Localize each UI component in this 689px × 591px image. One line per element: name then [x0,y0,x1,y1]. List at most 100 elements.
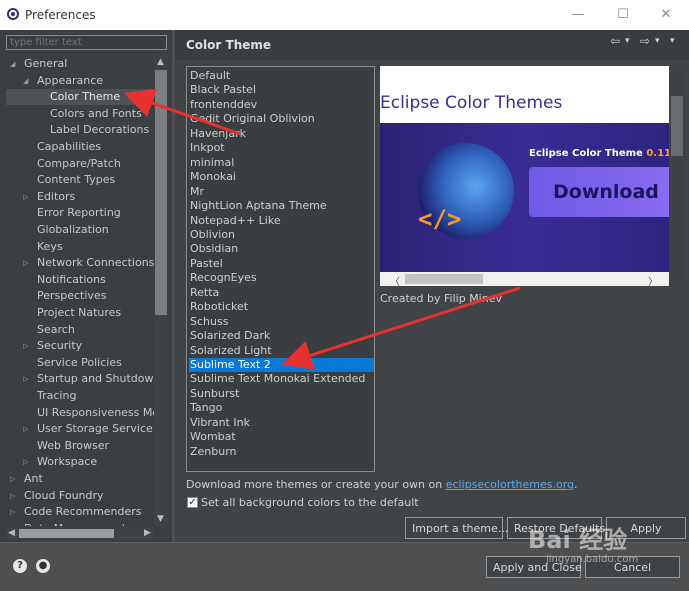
expanded-twisty-icon[interactable]: ◢ [23,73,31,89]
tree-item[interactable]: ▷ Cloud Foundry [0,488,104,504]
theme-item[interactable]: Mr [189,185,374,199]
background-default-checkbox[interactable]: ✓ [187,497,198,508]
theme-list[interactable]: Default Black Pastel frontenddev Gedit Orig… [186,66,375,472]
theme-item[interactable]: Sublime Text 2 [189,358,374,372]
theme-item[interactable]: Sublime Text Monokai Extended [189,372,374,386]
filter-input[interactable] [6,35,167,50]
theme-item[interactable]: Inkpot [189,141,374,155]
theme-item[interactable]: Default [189,69,374,83]
theme-item[interactable]: Obsidian [189,242,374,256]
tree-item[interactable]: Keys [0,239,63,255]
tree-item[interactable]: ◢ General [0,56,67,72]
tree-vertical-scroll-thumb[interactable] [155,70,167,315]
tree-item[interactable]: Tracing [0,388,76,404]
preview-scroll-left-icon[interactable]: 〈 [390,273,400,288]
tree-item-label: Web Browser [37,438,110,452]
theme-item[interactable]: minimal [189,156,374,170]
back-menu-icon[interactable]: ▾ [625,36,630,46]
theme-item[interactable]: Notepad++ Like [189,214,374,228]
banner-heading: Eclipse Color Theme 0.11.0 [529,148,669,159]
collapsed-twisty-icon[interactable]: ▷ [10,504,18,520]
tree-item[interactable]: Search [0,322,75,338]
tree-item[interactable]: Error Reporting [0,205,121,221]
back-arrow-icon[interactable]: ⇦ [610,34,620,48]
collapsed-twisty-icon[interactable]: ▷ [23,454,31,470]
forward-arrow-icon[interactable]: ⇨ [640,34,650,48]
theme-item[interactable]: Vibrant Ink [189,416,374,430]
eclipsecolorthemes-link[interactable]: eclipsecolorthemes.org [446,478,574,491]
tree-item[interactable]: Web Browser [0,438,109,454]
tree-item[interactable]: ▷ Network Connections [0,255,154,271]
theme-item[interactable]: NightLion Aptana Theme [189,199,374,213]
preview-scroll-right-icon[interactable]: 〉 [648,273,658,288]
tree-item[interactable]: ▷ User Storage Service [0,421,153,437]
tree-item[interactable]: ▷ Editors [0,189,75,205]
maximize-button[interactable]: ☐ [608,4,638,26]
theme-item[interactable]: Havenjark [189,127,374,141]
tree-item[interactable]: Compare/Patch [0,156,121,172]
tree-item[interactable]: Notifications [0,272,106,288]
close-button[interactable]: ✕ [651,4,681,26]
help-icon[interactable]: ? [13,559,27,573]
tree-item[interactable]: Capabilities [0,139,101,155]
theme-item[interactable]: Oblivion [189,228,374,242]
theme-item[interactable]: Monokai [189,170,374,184]
tree-item[interactable]: Service Policies [0,355,122,371]
record-icon[interactable]: ● [36,559,50,573]
collapsed-twisty-icon[interactable]: ▷ [23,255,31,271]
scroll-up-icon[interactable]: ▲ [157,57,164,67]
preview-vertical-scroll-thumb[interactable] [671,96,683,156]
theme-item[interactable]: Black Pastel [189,83,374,97]
tree-item[interactable]: ◢ Appearance [0,73,103,89]
scroll-left-icon[interactable]: ◀ [8,528,15,538]
theme-item[interactable]: Roboticket [189,300,374,314]
view-menu-icon[interactable]: ▾ [670,36,675,46]
minimize-button[interactable]: — [563,4,593,26]
tree-horizontal-scroll-thumb[interactable] [19,529,114,538]
tree-item[interactable]: Label Decorations [0,122,149,138]
tree-item-label: Search [37,322,75,336]
collapsed-twisty-icon[interactable]: ▷ [23,371,31,387]
tree-item[interactable]: Perspectives [0,288,106,304]
tree-item[interactable]: Content Types [0,172,115,188]
tree-item-label: Startup and Shutdown [37,372,154,386]
theme-item[interactable]: Gedit Original Oblivion [189,112,374,126]
theme-item[interactable]: frontenddev [189,98,374,112]
code-icon: </> [418,205,462,233]
tree-item[interactable]: Project Natures [0,305,121,321]
collapsed-twisty-icon[interactable]: ▷ [23,189,31,205]
collapsed-twisty-icon[interactable]: ▷ [10,471,18,487]
theme-item[interactable]: Zenburn [189,445,374,459]
tree-item[interactable]: Color Theme [6,89,154,106]
theme-item[interactable]: Sunburst [189,387,374,401]
theme-item[interactable]: Solarized Light [189,344,374,358]
import-theme-button[interactable]: Import a theme... [405,517,508,539]
collapsed-twisty-icon[interactable]: ▷ [23,421,31,437]
theme-item[interactable]: Tango [189,401,374,415]
collapsed-twisty-icon[interactable]: ▷ [10,488,18,504]
theme-item[interactable]: Pastel [189,257,374,271]
tree-item[interactable]: ▷ Ant [0,471,43,487]
theme-item[interactable]: Wombat [189,430,374,444]
scroll-right-icon[interactable]: ▶ [144,528,151,538]
collapsed-twisty-icon[interactable]: ▷ [23,338,31,354]
tree-item[interactable]: ▷ Workspace [0,454,97,470]
tree-item[interactable]: ▷ Data Management [0,521,126,526]
tree-item[interactable]: ▷ Security [0,338,82,354]
theme-item[interactable]: Schuss [189,315,374,329]
collapsed-twisty-icon[interactable]: ▷ [10,521,18,526]
theme-item[interactable]: Solarized Dark [189,329,374,343]
preview-horizontal-scroll-thumb[interactable] [405,274,483,284]
theme-item[interactable]: Retta [189,286,374,300]
tree-item[interactable]: ▷ Code Recommenders [0,504,142,520]
tree-item[interactable]: ▷ Startup and Shutdown [0,371,154,387]
tree-item[interactable]: Globalization [0,222,109,238]
tree-item-label: Globalization [37,223,109,236]
tree-item[interactable]: UI Responsiveness Mo [0,405,154,421]
download-banner-button[interactable]: Download [529,167,669,217]
forward-menu-icon[interactable]: ▾ [655,36,660,46]
tree-item[interactable]: Colors and Fonts [0,106,142,122]
expanded-twisty-icon[interactable]: ◢ [10,56,18,72]
scroll-down-icon[interactable]: ▼ [157,514,164,524]
theme-item[interactable]: RecognEyes [189,271,374,285]
